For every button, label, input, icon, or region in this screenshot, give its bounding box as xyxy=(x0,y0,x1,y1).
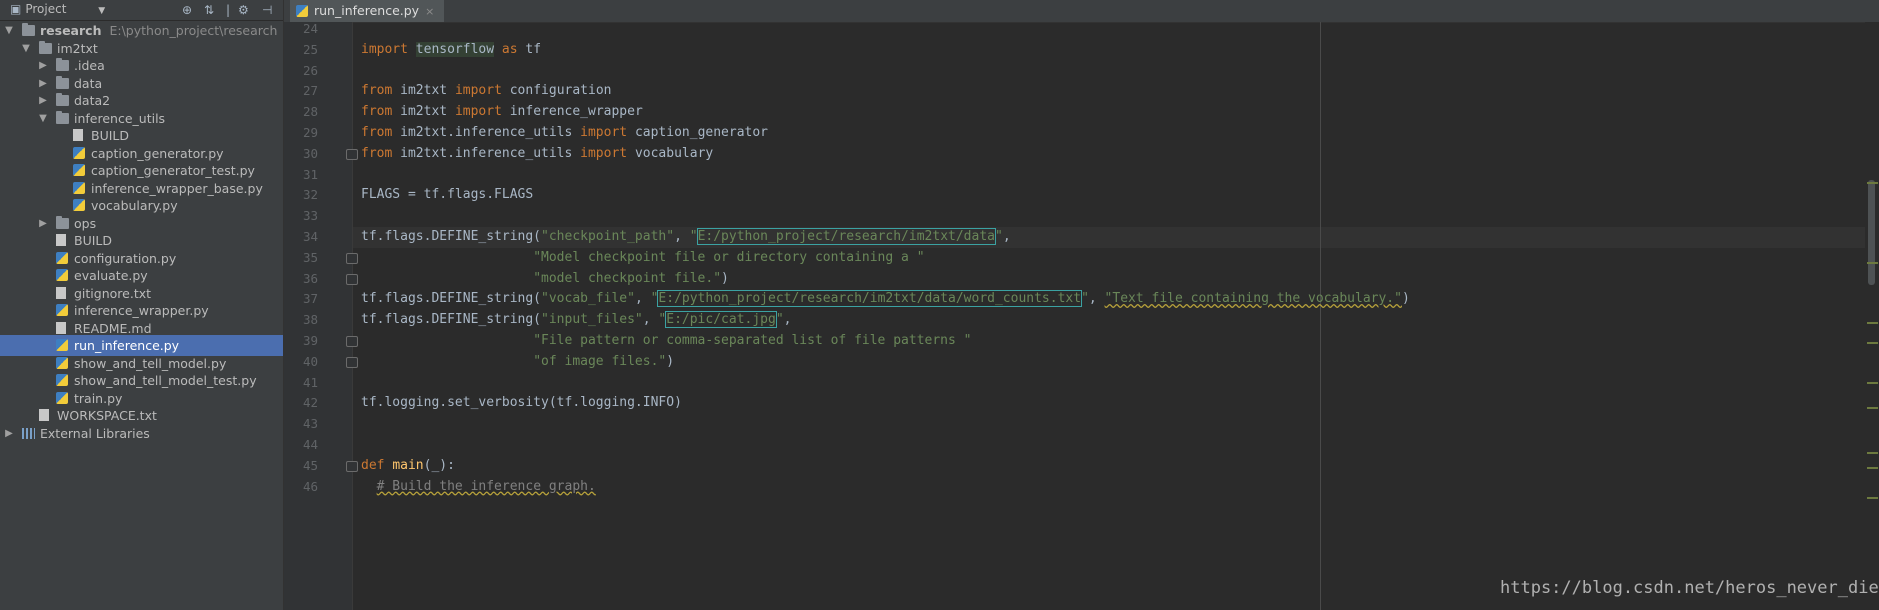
python-file-icon xyxy=(56,356,68,369)
code-line[interactable]: # Build the inference graph. xyxy=(361,478,596,496)
python-file-icon xyxy=(56,339,68,351)
line-number: 35 xyxy=(302,249,318,265)
project-panel: ▣ Project ▼ ⊕ ⇅ | ⚙ ⊣ ▼ research E:\python_… xyxy=(0,0,284,610)
error-stripe-mark[interactable] xyxy=(1867,322,1878,324)
text-file-icon xyxy=(39,409,49,421)
line-number: 40 xyxy=(302,353,318,369)
python-file-icon xyxy=(73,146,85,159)
folder-icon xyxy=(22,23,35,36)
project-panel-header: ▣ Project ▼ ⊕ ⇅ | ⚙ ⊣ xyxy=(0,0,283,21)
folder-icon xyxy=(39,40,52,54)
text-file-icon xyxy=(56,234,66,246)
error-stripe-mark[interactable] xyxy=(1867,342,1878,344)
code-line[interactable]: "Model checkpoint file or directory cont… xyxy=(361,249,924,267)
code-line[interactable]: from im2txt.inference_utils import vocab… xyxy=(361,145,713,163)
python-file-icon xyxy=(73,181,85,194)
chevron-down-icon: ▼ xyxy=(98,6,106,16)
line-number: 31 xyxy=(302,166,318,182)
line-number: 45 xyxy=(302,457,318,473)
python-file-icon xyxy=(296,5,308,17)
code-editor[interactable]: import tensorflow as tf from im2txt impor… xyxy=(353,22,1879,610)
error-stripe-mark[interactable] xyxy=(1867,497,1878,499)
code-line[interactable]: tf.logging.set_verbosity(tf.logging.INFO… xyxy=(361,394,682,412)
scrollbar-thumb[interactable] xyxy=(1868,180,1875,285)
error-stripe-mark[interactable] xyxy=(1867,262,1878,264)
gear-icon[interactable]: ⚙ xyxy=(238,3,249,17)
python-file-icon xyxy=(73,199,85,211)
line-number: 33 xyxy=(302,208,318,224)
divider: | xyxy=(226,3,231,17)
hide-panel-icon[interactable]: ⊣ xyxy=(262,3,272,17)
code-line[interactable]: tf.flags.DEFINE_string("input_files", "E… xyxy=(361,311,791,329)
folder-icon xyxy=(56,93,69,106)
code-line[interactable]: from im2txt import configuration xyxy=(361,82,611,100)
project-title: Project xyxy=(25,2,67,16)
code-line[interactable]: "of image files.") xyxy=(361,353,674,371)
folder-icon xyxy=(56,75,69,89)
line-number: 39 xyxy=(302,333,318,348)
python-file-icon xyxy=(56,251,68,264)
line-number: 34 xyxy=(302,229,318,244)
editor-scrollbar[interactable] xyxy=(1865,22,1879,610)
error-stripe-mark[interactable] xyxy=(1867,182,1878,184)
line-number-gutter: 24 25 26 27 28 29 30 31 32 33 34 35 36 37 38 39 40 41 42 43… xyxy=(284,21,358,610)
scroll-from-source-icon[interactable]: ⊕ xyxy=(182,3,192,17)
line-number: 30 xyxy=(302,145,318,161)
python-file-icon xyxy=(73,164,85,176)
tree-item-path: E:\python_project\research xyxy=(109,23,278,38)
text-file-icon xyxy=(56,286,66,299)
error-stripe-mark[interactable] xyxy=(1867,382,1878,384)
code-line[interactable]: import tensorflow as tf xyxy=(361,41,541,59)
line-number: 27 xyxy=(302,83,318,99)
code-line[interactable]: from im2txt import inference_wrapper xyxy=(361,103,643,121)
line-number: 43 xyxy=(302,416,318,432)
code-line[interactable]: "model checkpoint file.") xyxy=(361,270,729,288)
python-file-icon xyxy=(56,304,68,316)
line-number: 28 xyxy=(302,104,318,120)
text-file-icon xyxy=(73,129,83,141)
line-number: 42 xyxy=(302,395,318,411)
editor-tab-bar: run_inference.py × xyxy=(284,0,1879,23)
line-number: 36 xyxy=(302,270,318,286)
python-file-icon xyxy=(56,269,68,281)
error-stripe-mark[interactable] xyxy=(1867,467,1878,469)
code-line[interactable]: from im2txt.inference_utils import capti… xyxy=(361,124,768,142)
error-stripe-mark[interactable] xyxy=(1867,407,1878,409)
line-number: 37 xyxy=(302,291,318,307)
project-icon: ▣ xyxy=(10,2,22,16)
tab-run-inference[interactable]: run_inference.py × xyxy=(290,0,445,22)
project-view-selector[interactable]: ▣ Project ▼ xyxy=(10,2,105,16)
close-icon[interactable]: × xyxy=(425,5,434,18)
line-number: 29 xyxy=(302,125,318,140)
line-number: 24 xyxy=(302,21,318,36)
code-line[interactable]: def main(_): xyxy=(361,457,455,475)
line-number: 26 xyxy=(302,62,318,78)
code-line[interactable]: tf.flags.DEFINE_string("vocab_file", "E:… xyxy=(361,290,1410,308)
line-number: 46 xyxy=(302,478,318,494)
folder-icon xyxy=(56,110,69,124)
folder-icon xyxy=(56,58,69,71)
folder-icon xyxy=(56,215,69,229)
tree-libraries[interactable]: ▶ External Libraries xyxy=(0,423,283,444)
line-number: 41 xyxy=(302,374,318,390)
tree-item-label: External Libraries xyxy=(40,425,150,441)
watermark-text: https://blog.csdn.net/heros_never_die xyxy=(1500,578,1879,598)
text-file-icon xyxy=(56,321,66,334)
python-file-icon xyxy=(56,391,68,404)
line-number: 32 xyxy=(302,187,318,203)
line-number: 25 xyxy=(302,41,318,57)
code-line[interactable]: tf.flags.DEFINE_string("checkpoint_path"… xyxy=(361,228,1011,246)
tab-label: run_inference.py xyxy=(314,3,420,18)
code-line[interactable]: FLAGS = tf.flags.FLAGS xyxy=(361,186,533,204)
code-line[interactable]: "File pattern or comma-separated list of… xyxy=(361,332,971,350)
error-stripe-mark[interactable] xyxy=(1867,452,1878,454)
library-icon xyxy=(22,427,35,439)
python-file-icon xyxy=(56,374,68,386)
collapse-all-icon[interactable]: ⇅ xyxy=(204,3,214,17)
line-number: 38 xyxy=(302,312,318,328)
collapsed-arrow-icon[interactable]: ▶ xyxy=(4,423,14,444)
line-number: 44 xyxy=(302,437,318,452)
